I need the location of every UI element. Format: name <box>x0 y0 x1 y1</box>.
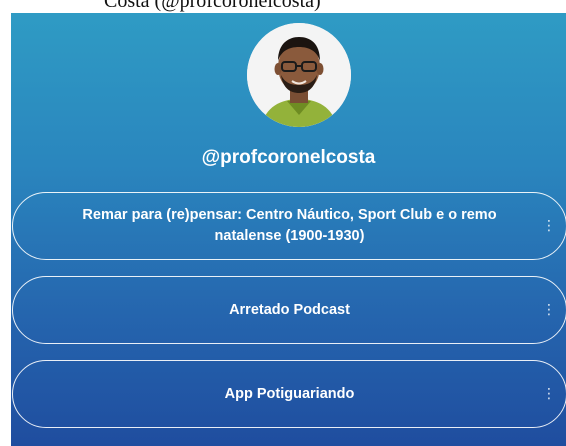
link-button-label: Arretado Podcast <box>229 301 350 318</box>
link-button-label: App Potiguariando <box>224 385 355 402</box>
link-button-app-potiguariando[interactable]: App Potiguariando ⋮ <box>12 360 566 428</box>
more-vertical-icon[interactable]: ⋮ <box>542 387 556 401</box>
profile-handle: @profcoronelcosta <box>201 147 376 168</box>
avatar <box>247 23 351 127</box>
link-button-arretado-podcast[interactable]: Arretado Podcast ⋮ <box>12 276 566 344</box>
avatar-photo <box>247 23 351 127</box>
page: Costa (@profcoronelcosta) @profcoronelco… <box>0 0 566 446</box>
more-vertical-icon[interactable]: ⋮ <box>542 303 556 317</box>
more-vertical-icon[interactable]: ⋮ <box>542 219 556 233</box>
link-button-remar-para-repensar[interactable]: Remar para (re)pensar: Centro Náutico, S… <box>12 192 566 260</box>
page-caption: Costa (@profcoronelcosta) <box>104 0 321 12</box>
link-button-label: Remar para (re)pensar: Centro Náutico, S… <box>82 207 497 244</box>
